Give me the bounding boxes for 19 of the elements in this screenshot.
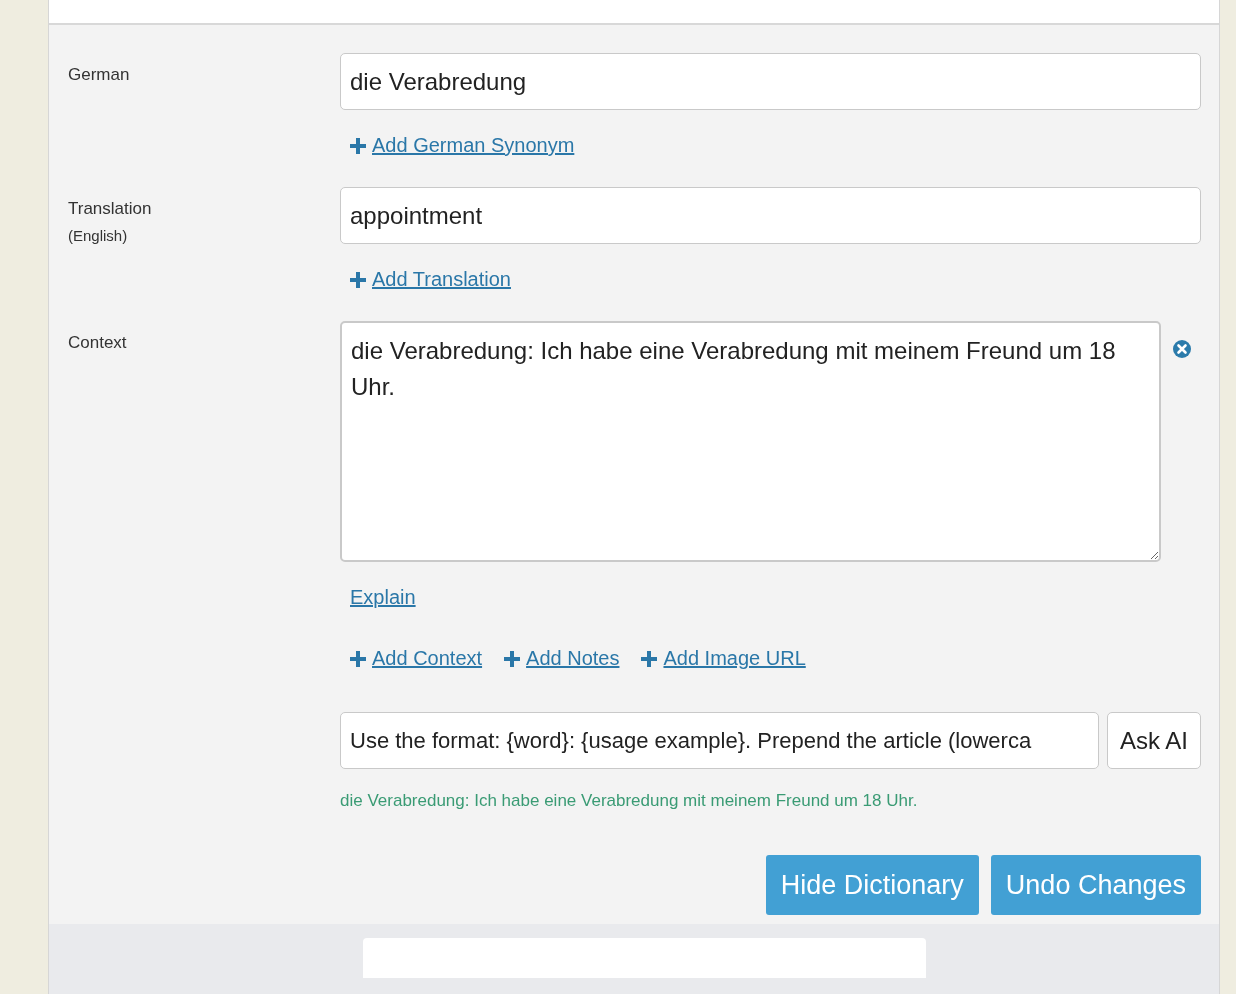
ai-result-text: die Verabredung: Ich habe eine Verabredung mit meinem Freund um 18 Uhr. [340,790,919,811]
add-link[interactable]: Add German Synonym [350,134,575,157]
field-sublabel: (English) [68,227,128,244]
text-area[interactable]: die Verabredung: Ich habe eine Verabredung mit meinem Freund um 18 Uhr. [340,321,1161,562]
add-link[interactable]: Add Notes [504,647,620,670]
remove-icon[interactable] [1173,340,1191,358]
add-link[interactable]: Add Translation [350,268,511,291]
field-label: Context [68,333,127,353]
text-input[interactable]: die Verabredung [340,53,1201,110]
add-link[interactable]: Explain [350,586,416,609]
action-button[interactable]: Hide Dictionary [765,855,979,915]
field-label: Translation [68,199,152,219]
action-button[interactable]: Undo Changes [990,855,1201,915]
ask-ai-button[interactable]: Ask AI [1106,712,1201,769]
add-link[interactable]: Add Image URL [641,647,806,670]
prompt-input[interactable]: Use the format: {word}: {usage example}. Prepend the article (lowerca [340,712,1099,769]
add-link[interactable]: Add Context [350,647,483,670]
field-label: German [68,65,130,85]
text-input[interactable]: appointment [340,187,1201,244]
